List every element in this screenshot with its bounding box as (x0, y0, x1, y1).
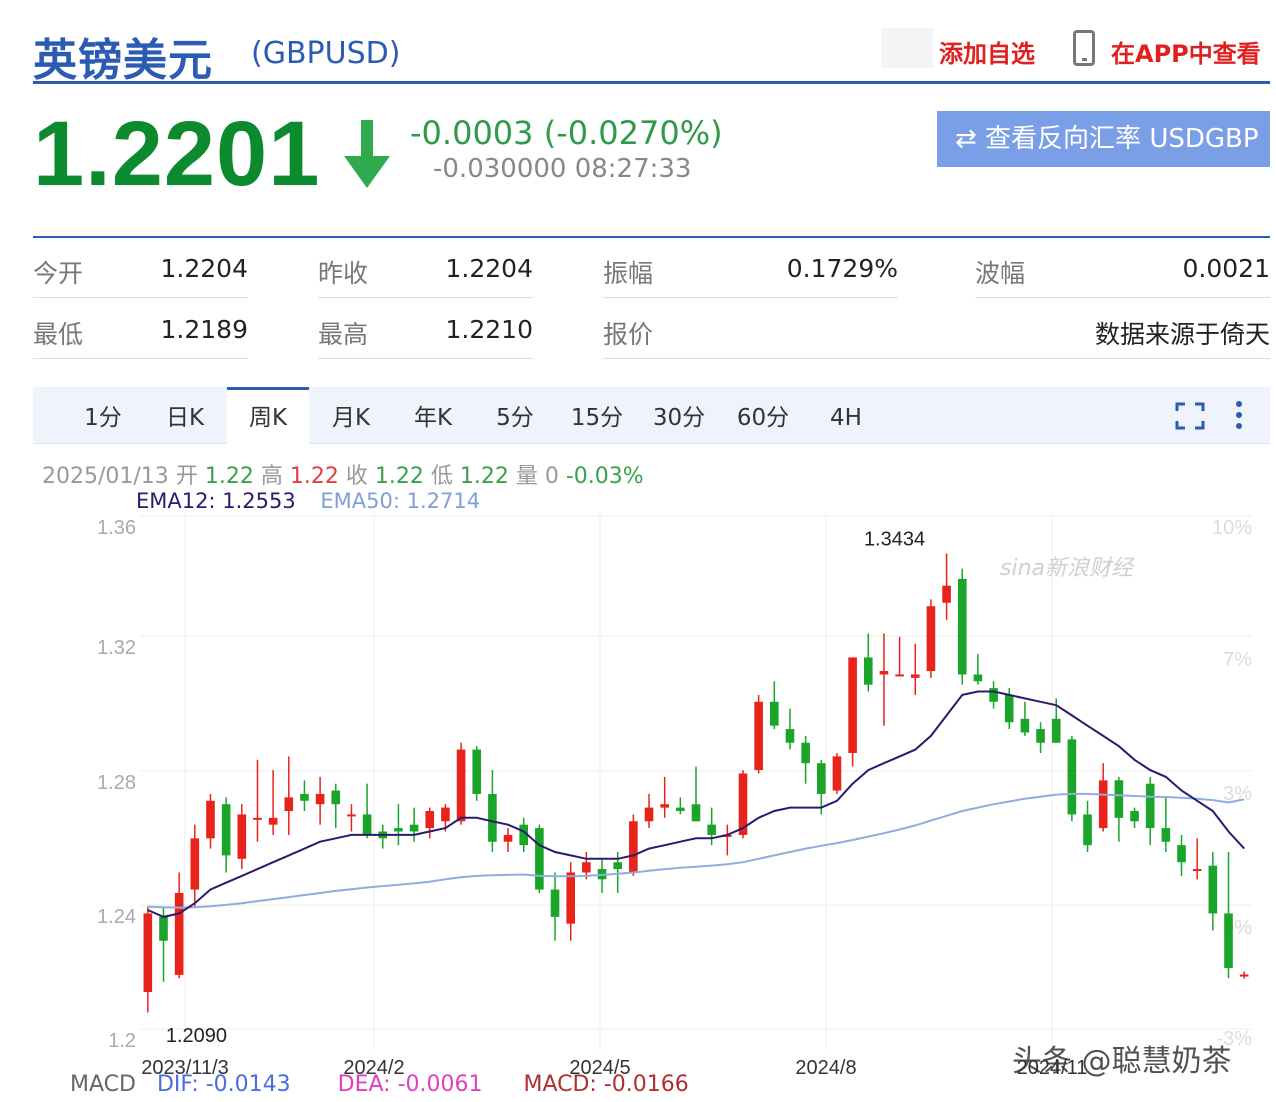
y-right-tick-label: 10% (1212, 517, 1252, 539)
candle-body (973, 674, 983, 682)
candle-body (1224, 913, 1233, 969)
candle-body (1130, 811, 1139, 822)
candle-body (660, 804, 669, 808)
candle-body (691, 804, 701, 822)
candle-body (879, 671, 889, 675)
candle-body (1067, 739, 1077, 815)
candle-body (1020, 718, 1030, 733)
candle-body (253, 817, 262, 820)
candle-body (1177, 845, 1186, 863)
sina-watermark: sina新浪财经 (1000, 556, 1133, 581)
candle-body (1036, 729, 1045, 743)
candle-body (613, 862, 622, 870)
candle-body (1083, 814, 1092, 846)
candle-body (394, 828, 403, 832)
macd-legend: MACD DIF: -0.0143 DEA: -0.0061 MACD: -0.… (70, 1072, 689, 1097)
candle-body (174, 892, 184, 975)
y-tick-label: 1.24 (97, 906, 136, 928)
candle-body (770, 701, 779, 726)
candle-body (331, 790, 341, 805)
candle-body (957, 578, 967, 675)
candle-body (143, 913, 153, 992)
candle-body (237, 814, 247, 859)
candle-body (362, 814, 372, 835)
candle-body (190, 838, 200, 890)
candle-body (159, 916, 168, 941)
x-tick-label: 2024/8 (795, 1057, 856, 1079)
candle-body (707, 824, 716, 835)
y-right-tick-label: 7% (1223, 649, 1252, 671)
candle-body (409, 824, 419, 832)
candle-body (816, 763, 826, 794)
candle-body (785, 729, 795, 743)
candle-body (910, 674, 920, 678)
candle-body (221, 804, 231, 856)
candle-body (676, 807, 685, 812)
candle-body (206, 800, 215, 839)
macd-dif: DIF: -0.0143 (156, 1072, 291, 1097)
candle-body (1145, 783, 1155, 829)
candle-body (300, 793, 309, 801)
macd-title: MACD (70, 1072, 136, 1097)
candle-body (801, 742, 810, 764)
candle-body (1239, 974, 1249, 977)
candle-body (848, 657, 857, 753)
value-annotation: 1.3434 (864, 529, 925, 551)
candle-body (895, 674, 904, 677)
candle-body (315, 793, 325, 805)
candle-body (582, 862, 591, 873)
y-tick-label: 1.28 (97, 772, 136, 794)
candle-body (1161, 828, 1171, 842)
candle-body (863, 657, 873, 685)
candle-body (754, 701, 763, 771)
candle-body (441, 807, 450, 822)
macd-value: MACD: -0.0166 (523, 1072, 689, 1097)
candle-body (284, 797, 294, 812)
toutiao-watermark: 头条 @聪慧奶茶 (1012, 1044, 1232, 1079)
candle-body (425, 811, 435, 829)
candle-body (1192, 869, 1202, 872)
value-annotation: 1.2090 (166, 1025, 227, 1047)
candle-body (1114, 780, 1124, 818)
candle-body (926, 606, 936, 672)
candle-body (472, 749, 482, 794)
candle-body (1098, 780, 1108, 829)
candle-body (644, 807, 654, 822)
candle-body (1051, 718, 1061, 743)
candle-body (456, 749, 466, 822)
candle-body (629, 821, 638, 873)
candle-body (503, 834, 513, 842)
candle-body (1208, 865, 1218, 914)
candle-body (1004, 694, 1014, 723)
candle-body (942, 585, 951, 603)
candle-body (268, 817, 278, 825)
macd-dea: DEA: -0.0061 (337, 1072, 483, 1097)
y-tick-label: 1.32 (97, 637, 136, 659)
candle-body (566, 872, 576, 924)
candle-body (488, 793, 497, 842)
y-tick-label: 1.2 (108, 1030, 136, 1052)
candle-body (550, 889, 560, 917)
y-tick-label: 1.36 (97, 517, 136, 539)
candle-body (347, 814, 356, 817)
candle-body (989, 688, 998, 702)
candle-body (832, 756, 842, 791)
candle-body (535, 828, 544, 890)
